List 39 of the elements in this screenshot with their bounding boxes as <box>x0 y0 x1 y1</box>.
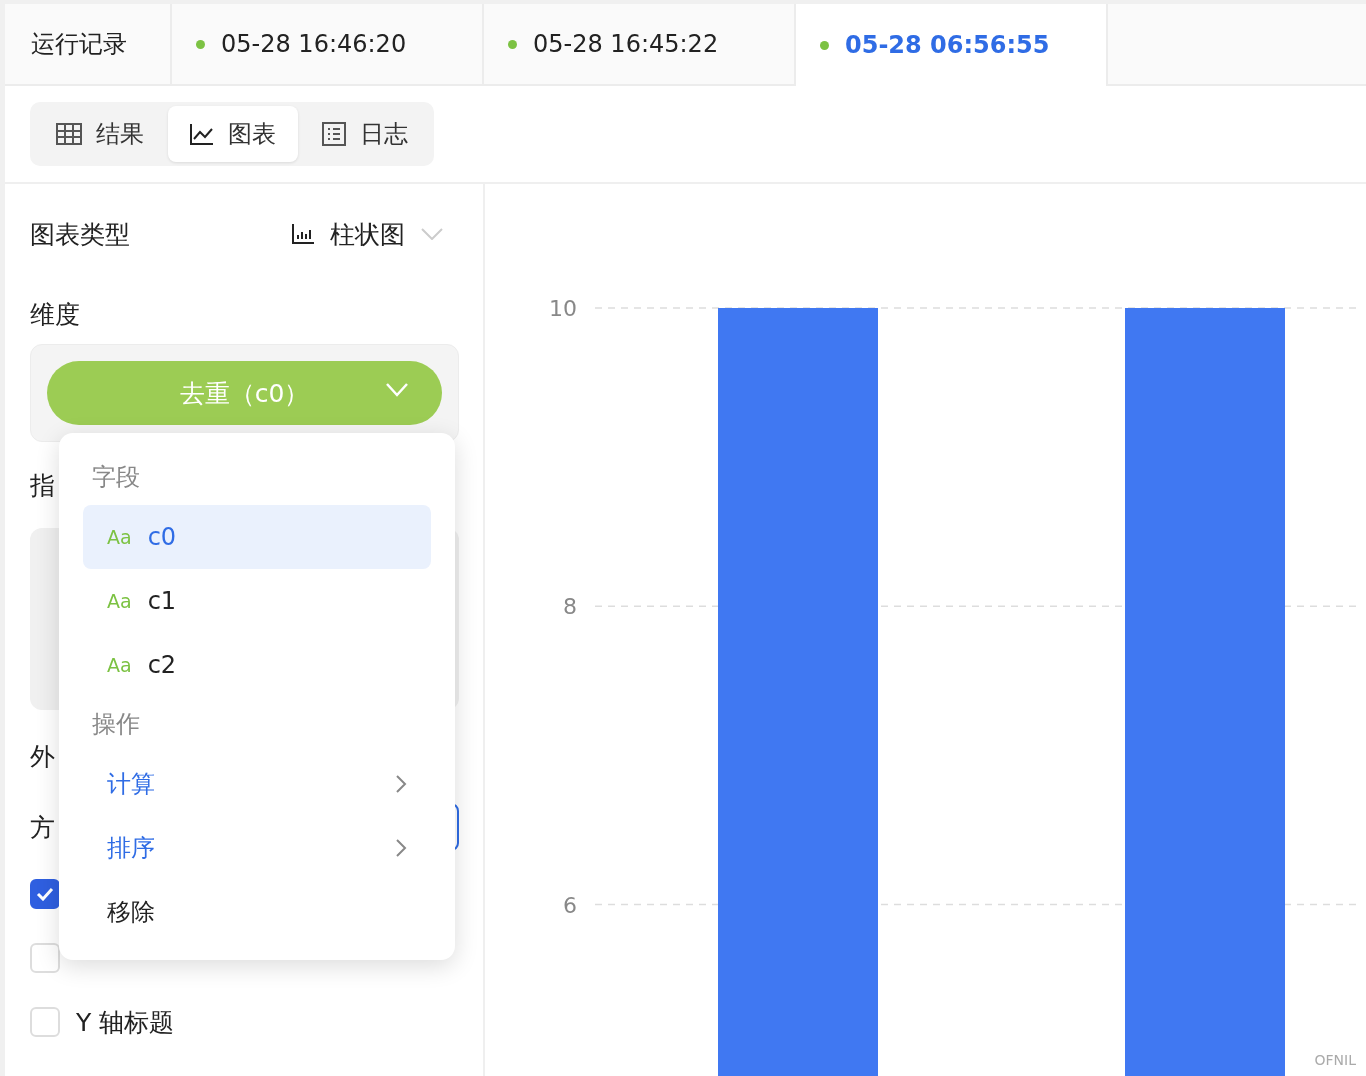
list-icon <box>322 122 346 146</box>
view-tab[interactable]: 日志 <box>300 106 430 162</box>
text-type-label: Aa <box>107 653 132 676</box>
field-label: 维度 <box>30 298 80 331</box>
field-name: c2 <box>147 650 178 679</box>
view-tab[interactable]: 图表 <box>168 106 298 162</box>
chevron-down-icon <box>386 383 408 397</box>
axis-tick-label: 6 <box>563 892 577 918</box>
check-icon <box>36 887 54 901</box>
text-type-label: Aa <box>107 589 132 612</box>
checkbox[interactable] <box>30 879 60 909</box>
checkbox-label: Y 轴标题 <box>76 1006 175 1039</box>
menu-item[interactable]: 排序 <box>83 816 431 880</box>
chevron-down-icon <box>421 228 443 240</box>
table-icon <box>56 123 82 145</box>
view-tab[interactable]: 结果 <box>34 106 166 162</box>
menu-item[interactable]: Aa c1 <box>83 568 431 633</box>
axis-tick-label: 8 <box>563 594 577 620</box>
bar-chart-icon <box>292 224 314 244</box>
chevron-right-icon <box>395 774 407 794</box>
menu-item[interactable]: 计算 <box>83 752 431 816</box>
text-type-label: Aa <box>107 525 132 548</box>
menu-item[interactable]: Aa c2 <box>83 632 431 697</box>
menu-item[interactable]: Aa c0 <box>83 504 431 569</box>
corner-mark: OFNIL <box>1314 1052 1356 1068</box>
axis-tick-label: 10 <box>549 296 577 321</box>
field-name: c1 <box>147 586 178 615</box>
field-name: c0 <box>147 522 178 551</box>
field-label: 图表类型 <box>30 218 130 251</box>
chart-type-select[interactable]: 柱状图 <box>292 217 459 251</box>
section-label: 外 <box>30 740 55 773</box>
chevron-right-icon <box>395 838 407 858</box>
menu-section-title: 字段 <box>91 461 141 493</box>
line-chart-icon <box>190 123 214 145</box>
field-label: 指 <box>30 469 55 502</box>
menu-section-title: 操作 <box>91 709 141 741</box>
menu-item[interactable]: 移除 <box>83 880 431 944</box>
run-tab[interactable]: 05-28 06:56:55 <box>796 4 1108 86</box>
field-label: 方 <box>30 811 55 844</box>
